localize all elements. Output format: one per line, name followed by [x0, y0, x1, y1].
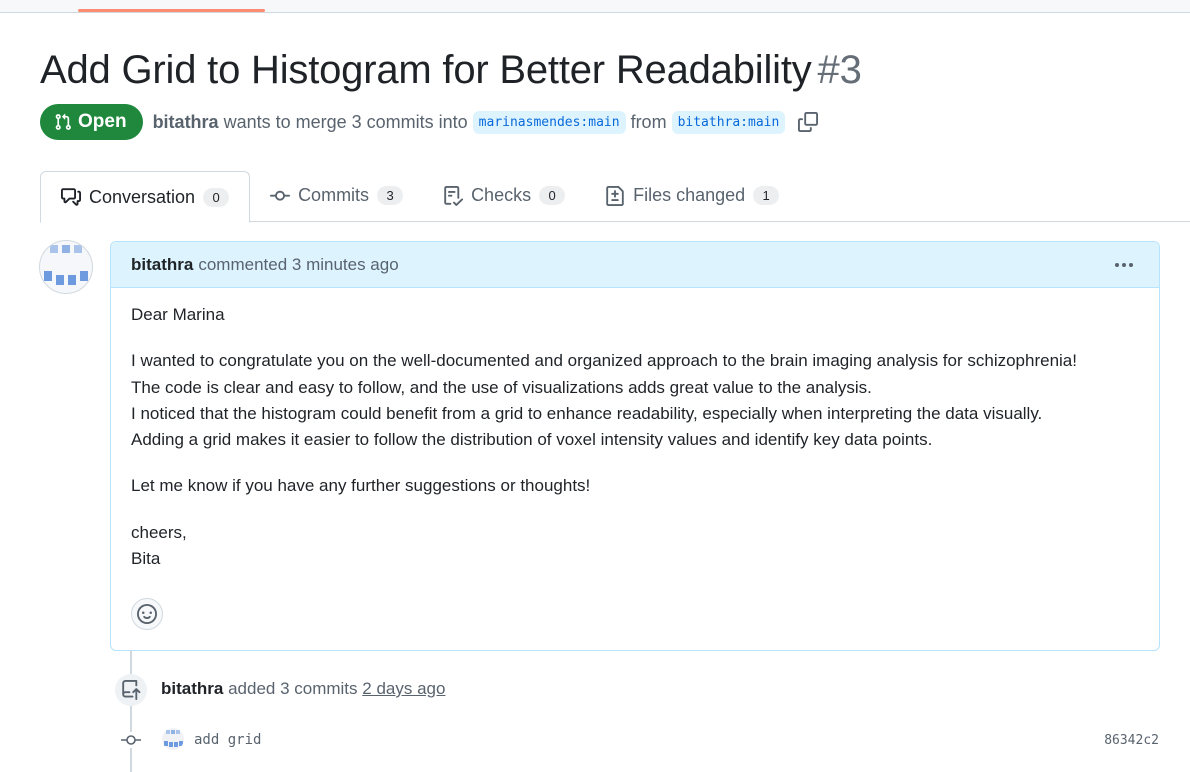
git-pull-request-icon	[55, 113, 71, 130]
comment-paragraph: I wanted to congratulate you on the well…	[131, 348, 1139, 453]
comment-greeting: Dear Marina	[131, 305, 225, 324]
tab-counter: 1	[753, 186, 780, 205]
repo-push-icon	[122, 680, 141, 700]
comment-line: The code is clear and easy to follow, an…	[131, 377, 872, 397]
tab-label: Files changed	[633, 185, 746, 205]
tab-label: Checks	[471, 185, 532, 205]
tab-conversation[interactable]: Conversation 0	[40, 171, 251, 223]
tab-counter: 3	[377, 186, 404, 205]
state-badge: Open	[40, 104, 143, 140]
comment-body: Dear Marina I wanted to congratulate you…	[111, 288, 1159, 572]
comment-line: I wanted to congratulate you on the well…	[131, 351, 1077, 371]
tab-label: Conversation	[89, 186, 196, 207]
pr-meta: Open bitathra wants to merge 3 commits i…	[40, 103, 819, 141]
comment-signature: cheers, Bita	[131, 520, 1139, 573]
comment-closing: Let me know if you have any further sugg…	[131, 476, 591, 496]
kebab-menu-icon[interactable]	[1113, 255, 1135, 280]
pr-number: #3	[817, 48, 862, 92]
comment-line: I noticed that the histogram could benef…	[131, 403, 1043, 423]
tab-label: Commits	[298, 185, 370, 205]
tab-commits[interactable]: Commits 3	[250, 171, 423, 220]
event-action-text: added 3 commits	[228, 679, 358, 698]
head-branch[interactable]: bitathra:main	[671, 110, 786, 134]
identicon-avatar-image	[44, 245, 88, 285]
from-text: from	[630, 111, 667, 132]
add-reaction-button[interactable]	[131, 598, 163, 630]
tab-counter: 0	[539, 186, 566, 205]
comment-box: bitathra commented 3 minutes ago Dear Ma…	[110, 241, 1160, 651]
tab-counter: 0	[203, 187, 230, 207]
event-badge	[115, 674, 147, 706]
commit-sha-link[interactable]: 86342c2	[1104, 733, 1159, 748]
comment-header: bitathra commented 3 minutes ago	[111, 242, 1159, 288]
commit-author-avatar[interactable]	[162, 728, 184, 750]
checklist-icon	[444, 185, 464, 206]
comment-name: Bita	[131, 549, 161, 569]
identicon-avatar-image	[164, 730, 183, 747]
smiley-icon	[137, 604, 157, 624]
git-commit-icon	[121, 732, 141, 748]
comment-signoff: cheers,	[131, 522, 187, 542]
comment-discussion-icon	[61, 188, 81, 206]
active-nav-underline	[78, 9, 265, 12]
merge-text: wants to merge 3 commits into	[223, 111, 468, 132]
comment-author-link[interactable]: bitathra	[131, 255, 193, 275]
event-time-link[interactable]: 2 days ago	[362, 679, 445, 698]
pr-title-text: Add Grid to Histogram for Better Readabi…	[40, 48, 812, 92]
pr-tabs: Conversation 0 Commits 3 Checks 0 Files …	[40, 171, 1190, 223]
pr-title: Add Grid to Histogram for Better Readabi…	[40, 46, 862, 94]
pr-author-link[interactable]: bitathra	[153, 112, 219, 133]
tab-checks[interactable]: Checks 0	[423, 171, 585, 220]
avatar[interactable]	[39, 240, 93, 294]
tab-files-changed[interactable]: Files changed 1	[585, 171, 799, 220]
commit-message-link[interactable]: add grid	[194, 732, 261, 748]
comment-line: Adding a grid makes it easier to follow …	[131, 430, 933, 450]
git-commit-icon	[270, 190, 291, 201]
copy-icon[interactable]	[798, 112, 819, 132]
event-author-link[interactable]: bitathra	[161, 679, 223, 698]
comment-action-text: commented 3 minutes ago	[198, 254, 399, 274]
commit-event: bitathra added 3 commits 2 days ago	[161, 679, 445, 699]
file-diff-icon	[606, 185, 624, 206]
base-branch[interactable]: marinasmendes:main	[472, 110, 626, 134]
timeline-line	[130, 650, 132, 772]
state-label: Open	[78, 111, 127, 132]
